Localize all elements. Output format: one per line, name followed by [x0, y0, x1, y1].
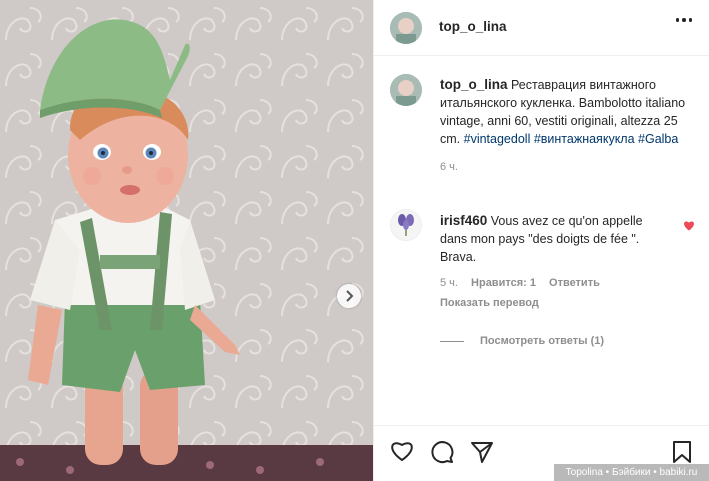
comment-likes[interactable]: Нравится: 1 [471, 277, 536, 289]
comment-icon[interactable] [430, 440, 454, 464]
avatar-image [390, 12, 422, 44]
show-translation-link[interactable]: Показать перевод [440, 294, 672, 312]
more-icon-dot [688, 18, 692, 22]
more-options-button[interactable] [675, 18, 692, 22]
doll-photo-image [0, 0, 373, 481]
caption-time: 6 ч. [440, 161, 458, 173]
more-icon [675, 18, 679, 22]
post-caption: top_o_lina Реставрация винтажного италья… [440, 76, 690, 176]
avatar-image [398, 214, 414, 236]
hashtag-link[interactable]: #Galba [638, 132, 678, 146]
post-photo[interactable] [0, 0, 373, 481]
hashtag-link[interactable]: #винтажнаякукла [534, 132, 635, 146]
author-avatar[interactable] [390, 12, 422, 44]
chevron-right-icon [346, 290, 354, 302]
share-icon[interactable] [470, 440, 494, 464]
avatar-image [390, 74, 422, 106]
reply-button[interactable]: Ответить [549, 277, 600, 289]
post-header: top_o_lina [374, 0, 709, 56]
header-username[interactable]: top_o_lina [439, 19, 507, 34]
commenter-avatar[interactable] [390, 209, 422, 241]
hashtag-link[interactable]: #vintagedoll [464, 132, 531, 146]
bookmark-icon[interactable] [672, 440, 692, 464]
instagram-post: top_o_lina top_o_lina Реставрация винтаж… [0, 0, 709, 481]
replies-divider [440, 340, 464, 342]
more-icon-dot [682, 18, 686, 22]
comment: irisf460 Vous avez ce qu'on appelle dans… [440, 212, 672, 350]
comment-username[interactable]: irisf460 [440, 213, 487, 228]
comment-time: 5 ч. [440, 277, 458, 289]
comment-like-heart-icon[interactable] [683, 220, 695, 231]
caption-username[interactable]: top_o_lina [440, 77, 508, 92]
view-replies-label: Посмотреть ответы (1) [480, 335, 605, 347]
heart-icon[interactable] [390, 440, 414, 462]
caption-author-avatar[interactable] [390, 74, 422, 106]
next-photo-button[interactable] [337, 284, 361, 308]
site-watermark: Topolina • Бэйбики • babiki.ru [554, 464, 709, 481]
comment-meta: 5 ч. Нравится: 1 Ответить [440, 274, 672, 292]
post-side-panel: top_o_lina top_o_lina Реставрация винтаж… [373, 0, 709, 481]
view-replies-button[interactable]: Посмотреть ответы (1) [440, 332, 672, 350]
